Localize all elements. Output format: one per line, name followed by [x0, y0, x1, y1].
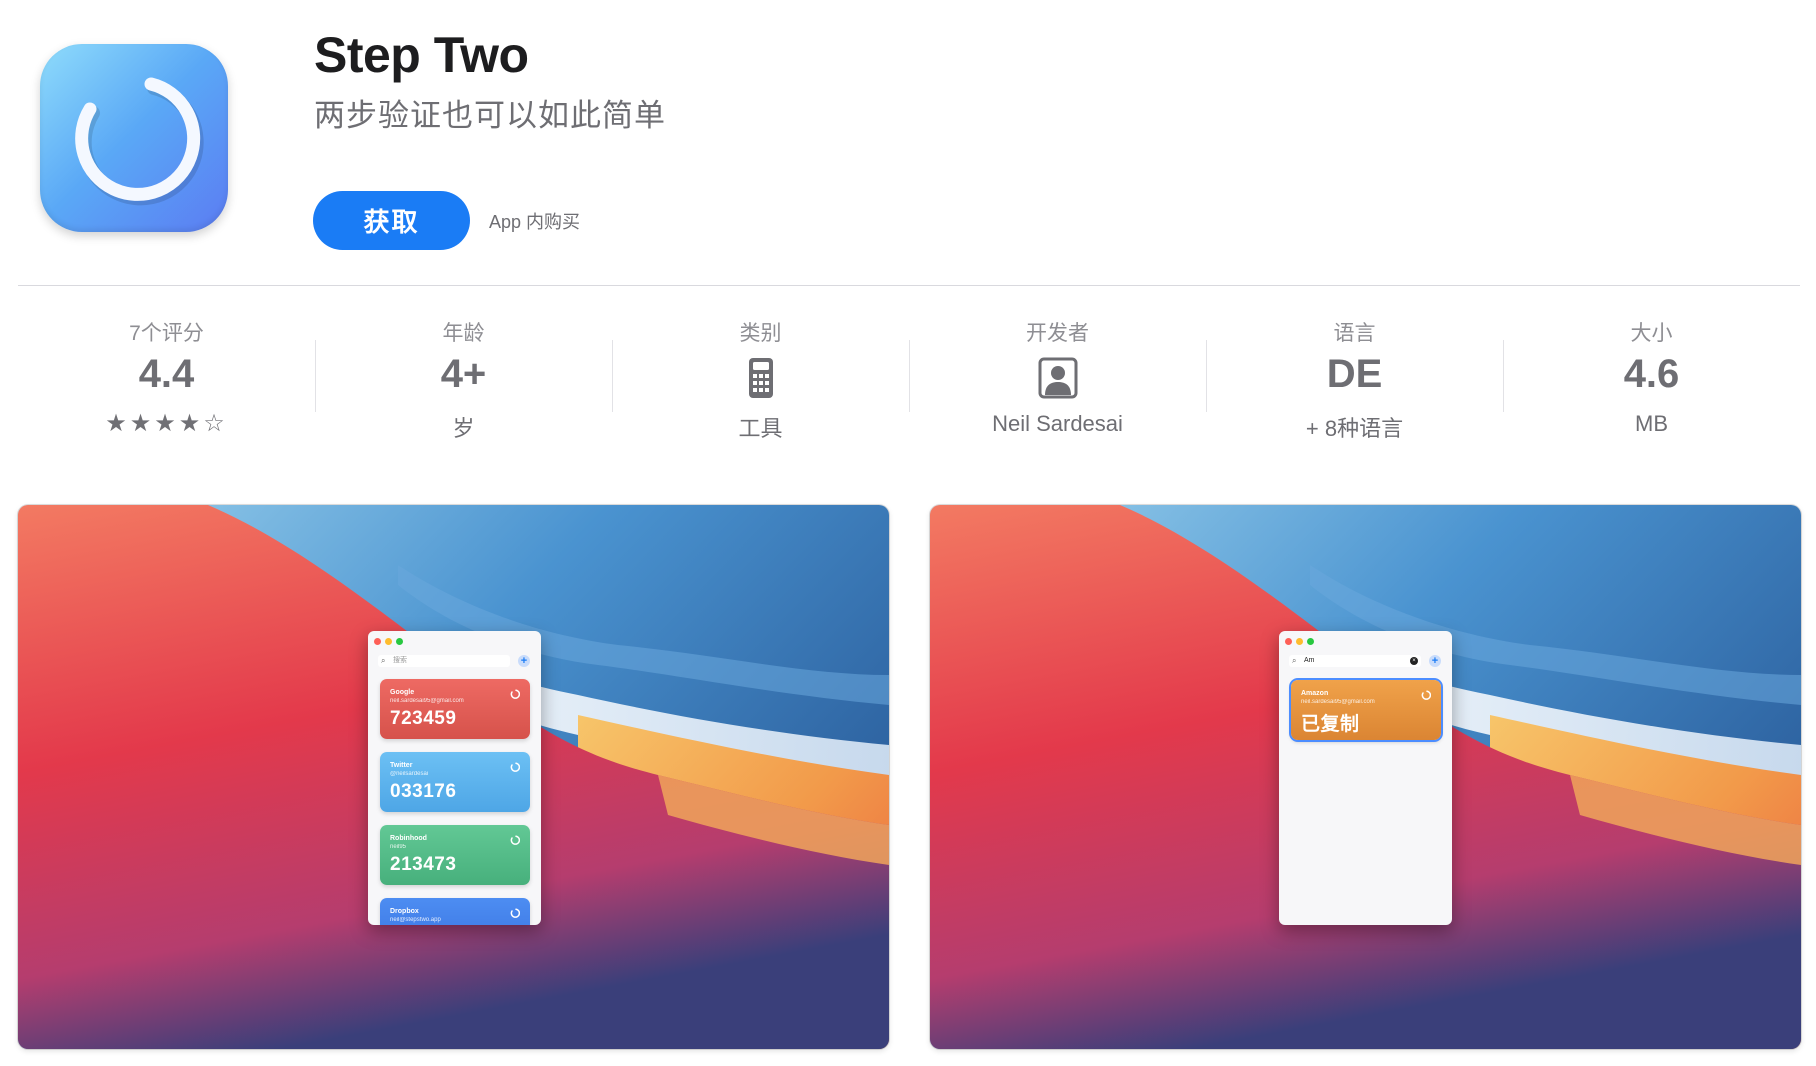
account-card-google[interactable]: Google neil.sardesai95@gmail.com 723459 — [380, 679, 530, 739]
card-account: neil.sardesai95@gmail.com — [390, 698, 464, 704]
category-name: 工具 — [738, 416, 783, 441]
size-unit: MB — [1635, 411, 1668, 436]
info-size: 大小 4.6 MB — [1503, 300, 1800, 440]
account-card-twitter[interactable]: Twitter @neilsardesai 033176 — [380, 752, 530, 812]
card-account: neil95 — [390, 844, 407, 850]
info-developer: 开发者 Neil Sardesai — [909, 300, 1206, 440]
search-input[interactable]: ⌕ Am — [1289, 655, 1421, 667]
info-age: 年龄 4+ 岁 — [315, 300, 612, 441]
search-icon: ⌕ — [381, 656, 386, 665]
app-subtitle: 两步验证也可以如此简单 — [314, 98, 666, 133]
search-value: Am — [1304, 657, 1315, 664]
search-icon: ⌕ — [1292, 656, 1297, 665]
card-account: neil@stepstwo.app — [390, 917, 441, 923]
card-copied-status: 已复制 — [1301, 714, 1360, 735]
account-card-amazon[interactable]: Amazon neil.sardesai95@gmail.com 已复制 — [1291, 680, 1441, 740]
card-account: @neilsardesai — [390, 771, 429, 777]
account-card-dropbox[interactable]: Dropbox neil@stepstwo.app — [380, 898, 530, 925]
add-account-button[interactable]: + — [518, 655, 530, 667]
person-icon — [1038, 357, 1077, 399]
language-value: DE — [1326, 352, 1383, 396]
timer-icon — [510, 762, 520, 772]
card-account: neil.sardesai95@gmail.com — [1301, 699, 1375, 705]
search-input[interactable]: ⌕ 搜索 — [378, 655, 510, 667]
age-value: 4+ — [440, 352, 487, 396]
age-unit: 岁 — [452, 416, 475, 441]
language-label: 语言 — [1333, 322, 1376, 345]
minimize-window-dot[interactable] — [385, 638, 392, 645]
get-button[interactable]: 获取 — [313, 191, 470, 250]
info-category: 类别 工具 — [612, 300, 909, 441]
developer-label: 开发者 — [1026, 322, 1089, 345]
timer-icon — [510, 835, 520, 845]
timer-icon — [510, 908, 520, 918]
calculator-icon — [748, 358, 773, 398]
info-ratings: 7个评分 4.4 ★★★★☆ — [18, 300, 315, 440]
language-more: + 8种语言 — [1305, 416, 1404, 441]
timer-icon — [1421, 690, 1431, 700]
zoom-window-dot[interactable] — [396, 638, 403, 645]
close-window-dot[interactable] — [374, 638, 381, 645]
ratings-value: 4.4 — [138, 352, 195, 396]
step-two-ring-icon — [75, 77, 204, 206]
developer-name[interactable]: Neil Sardesai — [909, 411, 1206, 437]
add-account-button[interactable]: + — [1429, 655, 1441, 667]
category-label: 类别 — [739, 322, 782, 345]
size-value: 4.6 — [1623, 352, 1680, 396]
close-window-dot[interactable] — [1285, 638, 1292, 645]
zoom-window-dot[interactable] — [1307, 638, 1314, 645]
timer-icon — [510, 689, 520, 699]
age-label: 年龄 — [442, 322, 485, 345]
step-two-window: ⌕ 搜索 + Google neil.sardesai95@gmail.com … — [368, 631, 541, 925]
card-name: Dropbox — [390, 908, 419, 915]
screenshot-2[interactable]: ⌕ Am × + Amazon neil.sardesai95@gmail.co… — [930, 505, 1801, 1049]
app-title: Step Two — [314, 27, 529, 83]
star-rating: ★★★★☆ — [105, 410, 228, 437]
screenshot-1[interactable]: ⌕ 搜索 + Google neil.sardesai95@gmail.com … — [18, 505, 889, 1049]
card-name: Twitter — [390, 762, 413, 769]
search-placeholder: 搜索 — [393, 657, 407, 664]
step-two-window: ⌕ Am × + Amazon neil.sardesai95@gmail.co… — [1279, 631, 1452, 925]
info-strip: 7个评分 4.4 ★★★★☆ 年龄 4+ 岁 类别 工具 开发者 Neil Sa… — [18, 300, 1800, 441]
info-language: 语言 DE + 8种语言 — [1206, 300, 1503, 441]
in-app-purchase-note: App 内购买 — [489, 212, 581, 232]
card-name: Robinhood — [390, 835, 427, 842]
card-name: Amazon — [1301, 690, 1329, 697]
card-code: 723459 — [390, 708, 457, 729]
account-card-robinhood[interactable]: Robinhood neil95 213473 — [380, 825, 530, 885]
header-divider — [18, 285, 1800, 286]
app-icon — [40, 44, 228, 232]
size-label: 大小 — [1630, 322, 1673, 345]
minimize-window-dot[interactable] — [1296, 638, 1303, 645]
card-name: Google — [390, 689, 415, 696]
card-code: 213473 — [390, 854, 457, 875]
card-code: 033176 — [390, 781, 457, 802]
clear-search-icon[interactable]: × — [1410, 657, 1418, 665]
ratings-label: 7个评分 — [129, 322, 204, 345]
